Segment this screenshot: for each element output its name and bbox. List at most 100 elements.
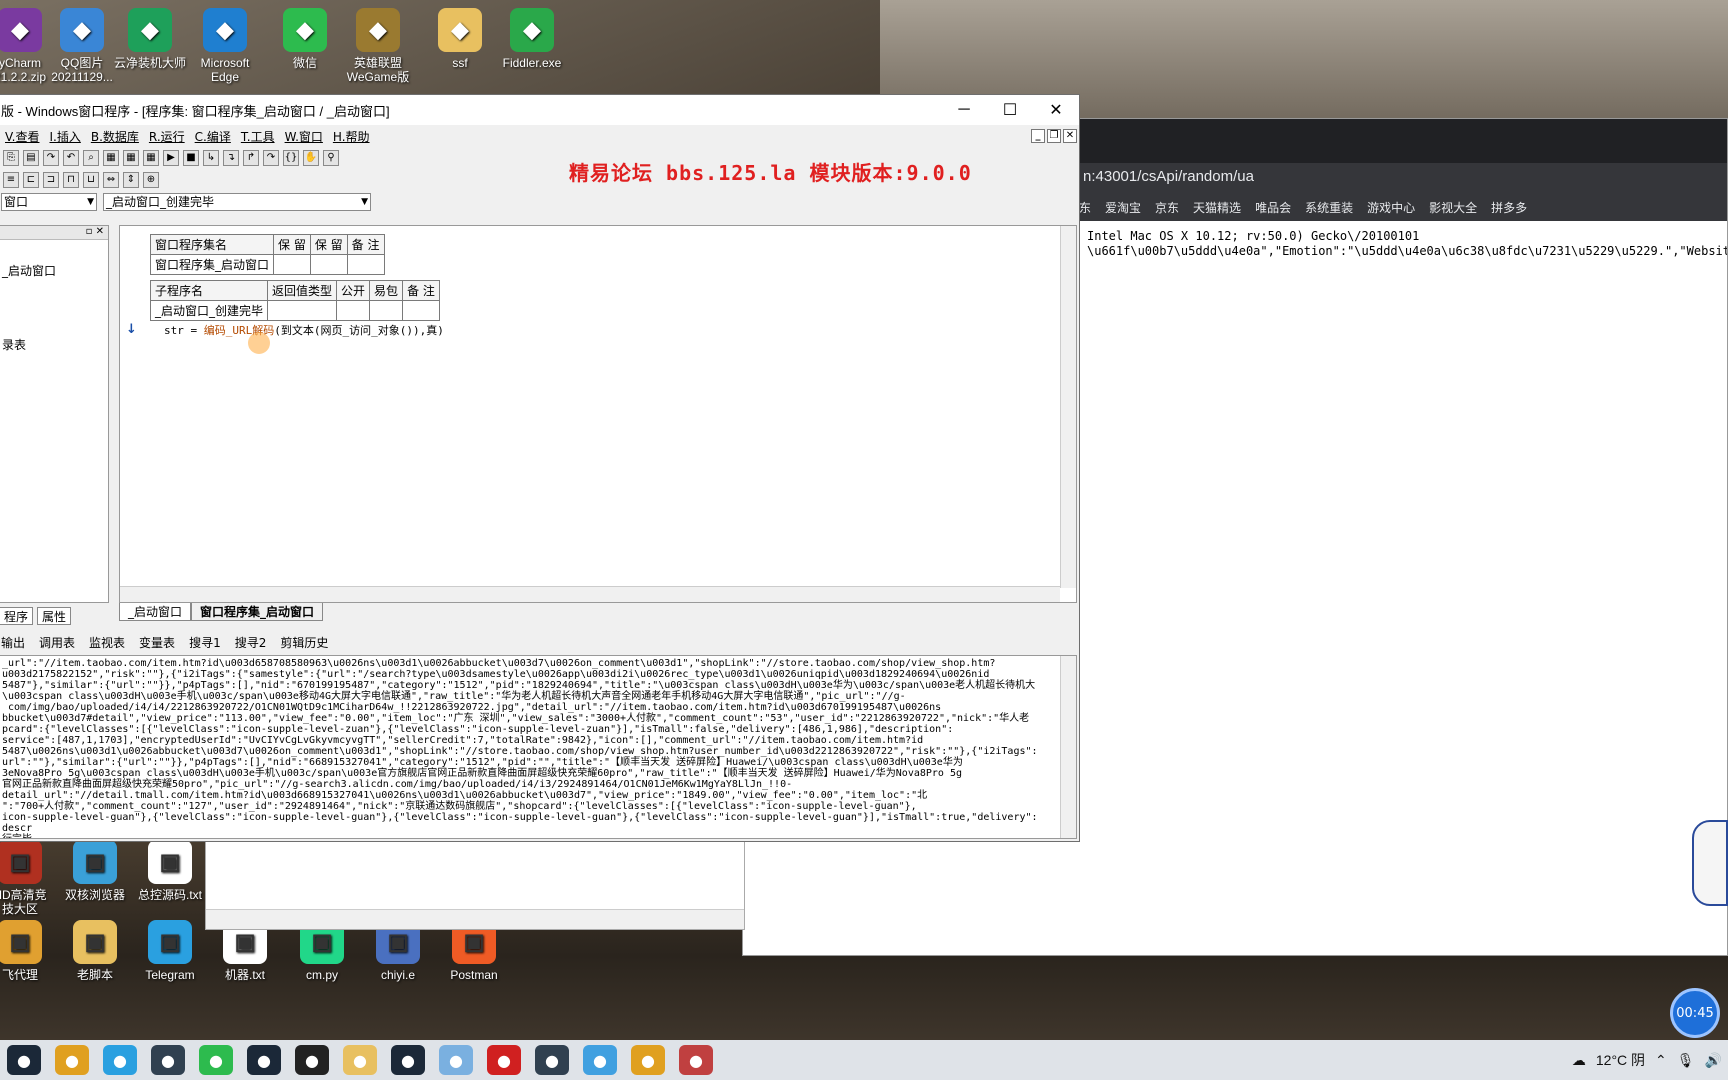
doc-tab-assembly[interactable]: 窗口程序集_启动窗口 [191,603,324,621]
menu-item[interactable]: V.查看 [5,128,39,145]
menu-item[interactable]: B.数据库 [91,128,139,145]
binoculars-icon[interactable]: ⚲ [323,150,339,166]
steam-icon[interactable]: ● [247,1045,281,1075]
assembly-cell-reserve1[interactable] [273,254,311,275]
desktop-icon[interactable]: ▣ 老脚本 [55,920,135,982]
speaker-icon[interactable]: 🔊 [1705,1052,1722,1069]
desktop-icon[interactable]: ◆ 英雄联盟 WeGame版 [338,8,418,84]
menu-item[interactable]: T.工具 [241,128,275,145]
doc-tab-startup-window[interactable]: _启动窗口 [119,603,192,621]
hand-icon[interactable]: ✋ [303,150,319,166]
bookmark-item[interactable]: 天猫精选 [1193,201,1241,215]
sub-cell-note[interactable] [402,300,440,321]
mdi-minimize-icon[interactable]: _ [1031,129,1045,143]
editor-vertical-scrollbar[interactable] [1060,226,1076,588]
bookmark-item[interactable]: 京东 [1155,201,1179,215]
desktop-icon[interactable]: ▣ HD高清竞 技大区 [0,840,60,916]
bookmark-item[interactable]: 系统重装 [1305,201,1353,215]
close-icon[interactable]: ✕ [1033,100,1079,120]
vspacing-icon[interactable]: ⇕ [123,172,139,188]
output-tab[interactable]: 剪辑历史 [280,634,328,651]
bookmark-item[interactable]: 唯品会 [1255,201,1291,215]
desktop-icon[interactable]: ▣ 飞代理 [0,920,60,982]
sub-cell-epkg[interactable] [369,300,404,321]
mdi-close-icon[interactable]: ✕ [1063,129,1077,143]
run-icon[interactable]: ▶ [163,150,179,166]
layout3-icon[interactable]: ▦ [143,150,159,166]
tree-item-table[interactable]: 录表 [2,336,26,353]
assembly-cell-note[interactable] [346,254,385,275]
desktop-icon[interactable]: ▣ 总控源码.txt [130,840,210,902]
window-icon[interactable]: ● [535,1045,569,1075]
output-tab[interactable]: 搜寻2 [235,634,267,651]
spacing-icon[interactable]: ⇔ [103,172,119,188]
desktop-icon[interactable]: ◆ Fiddler.exe [492,8,572,70]
window-combo[interactable]: 窗口 ▼ [1,193,97,211]
desktop-icon[interactable]: ◆ 微信 [265,8,345,70]
undo-icon[interactable]: ↶ [63,150,79,166]
copy-icon[interactable]: ⎘ [3,150,19,166]
sub-cell-return[interactable] [267,300,338,321]
mic-icon[interactable]: 🎙 [1677,1052,1695,1069]
editor-horizontal-scrollbar[interactable] [120,586,1060,602]
desktop-icon[interactable]: ▣ Telegram [130,920,210,982]
output-tab[interactable]: 调用表 [39,634,75,651]
maximize-icon[interactable]: ☐ [987,100,1033,120]
notepad-icon[interactable]: ● [439,1045,473,1075]
find-icon[interactable]: ⌕ [83,150,99,166]
sub-cell-name[interactable]: _启动窗口_创建完毕 [149,300,269,321]
tab-properties[interactable]: 属性 [37,607,72,625]
assembly-cell-reserve2[interactable] [309,254,348,275]
app-icon[interactable]: ● [583,1045,617,1075]
align-icon[interactable]: ≡ [3,172,19,188]
menu-item[interactable]: C.编译 [195,128,231,145]
align-top-icon[interactable]: ⊓ [63,172,79,188]
tab-program[interactable]: 程序 [0,607,34,625]
chrome-icon[interactable]: ● [55,1045,89,1075]
output-tab[interactable]: 搜寻1 [189,634,221,651]
step-over-icon[interactable]: ↷ [263,150,279,166]
align-right-icon[interactable]: ⊐ [43,172,59,188]
output-tab[interactable]: 监视表 [89,634,125,651]
telegram-icon[interactable]: ● [103,1045,137,1075]
center-icon[interactable]: ⊕ [143,172,159,188]
step-into-icon[interactable]: ↴ [223,150,239,166]
step-icon[interactable]: ↳ [203,150,219,166]
braces-icon[interactable]: {} [283,150,299,166]
assembly-cell-name[interactable]: 窗口程序集_启动窗口 [149,254,275,275]
bookmark-item[interactable]: 游戏中心 [1367,201,1415,215]
output-scrollbar[interactable] [1060,656,1076,838]
align-left-icon[interactable]: ⊏ [23,172,39,188]
tree-item-startup-window[interactable]: _启动窗口 [2,262,56,279]
code-line[interactable]: str = 编码_URL解码(到文本(网页_访问_对象()),真) [164,322,444,338]
code-editor[interactable]: 窗口程序集名 保 留 保 留 备 注 窗口程序集_启动窗口 子程序名 返回值类型… [119,225,1077,603]
menu-item[interactable]: H.帮助 [333,128,370,145]
sub-cell-public[interactable] [336,300,371,321]
e-lang-icon[interactable]: ● [679,1045,713,1075]
desktop-icon[interactable]: ◆ Microsoft Edge [185,8,265,84]
menu-item[interactable]: R.运行 [149,128,185,145]
output-tab[interactable]: 输出 [1,634,25,651]
bookmark-item[interactable]: 影视大全 [1429,201,1477,215]
align-bottom-icon[interactable]: ⊔ [83,172,99,188]
steam-icon[interactable]: ● [7,1045,41,1075]
netease-icon[interactable]: ● [487,1045,521,1075]
menu-item[interactable]: W.窗口 [285,128,323,145]
desktop-icon[interactable]: ◆ 云净装机大师 [110,8,190,70]
weather-text[interactable]: 12°C 阴 [1596,1050,1645,1070]
step-out-icon[interactable]: ↱ [243,150,259,166]
bookmark-item[interactable]: 东 [1079,201,1091,215]
output-tab[interactable]: 变量表 [139,634,175,651]
event-combo[interactable]: _启动窗口_创建完毕 ▼ [103,193,371,211]
layout2-icon[interactable]: ▦ [123,150,139,166]
steam-icon[interactable]: ● [391,1045,425,1075]
layout1-icon[interactable]: ▦ [103,150,119,166]
chrome-icon[interactable]: ● [631,1045,665,1075]
desktop-icon[interactable]: ◆ ssf [420,8,500,70]
mdi-restore-icon[interactable]: ❐ [1047,129,1061,143]
floating-timer[interactable]: 00:45 [1670,988,1720,1038]
menu-item[interactable]: I.插入 [49,128,80,145]
desktop-icon[interactable]: ▣ 双核浏览器 [55,840,135,902]
stop-icon[interactable]: ■ [183,150,199,166]
folder-icon[interactable]: ● [343,1045,377,1075]
